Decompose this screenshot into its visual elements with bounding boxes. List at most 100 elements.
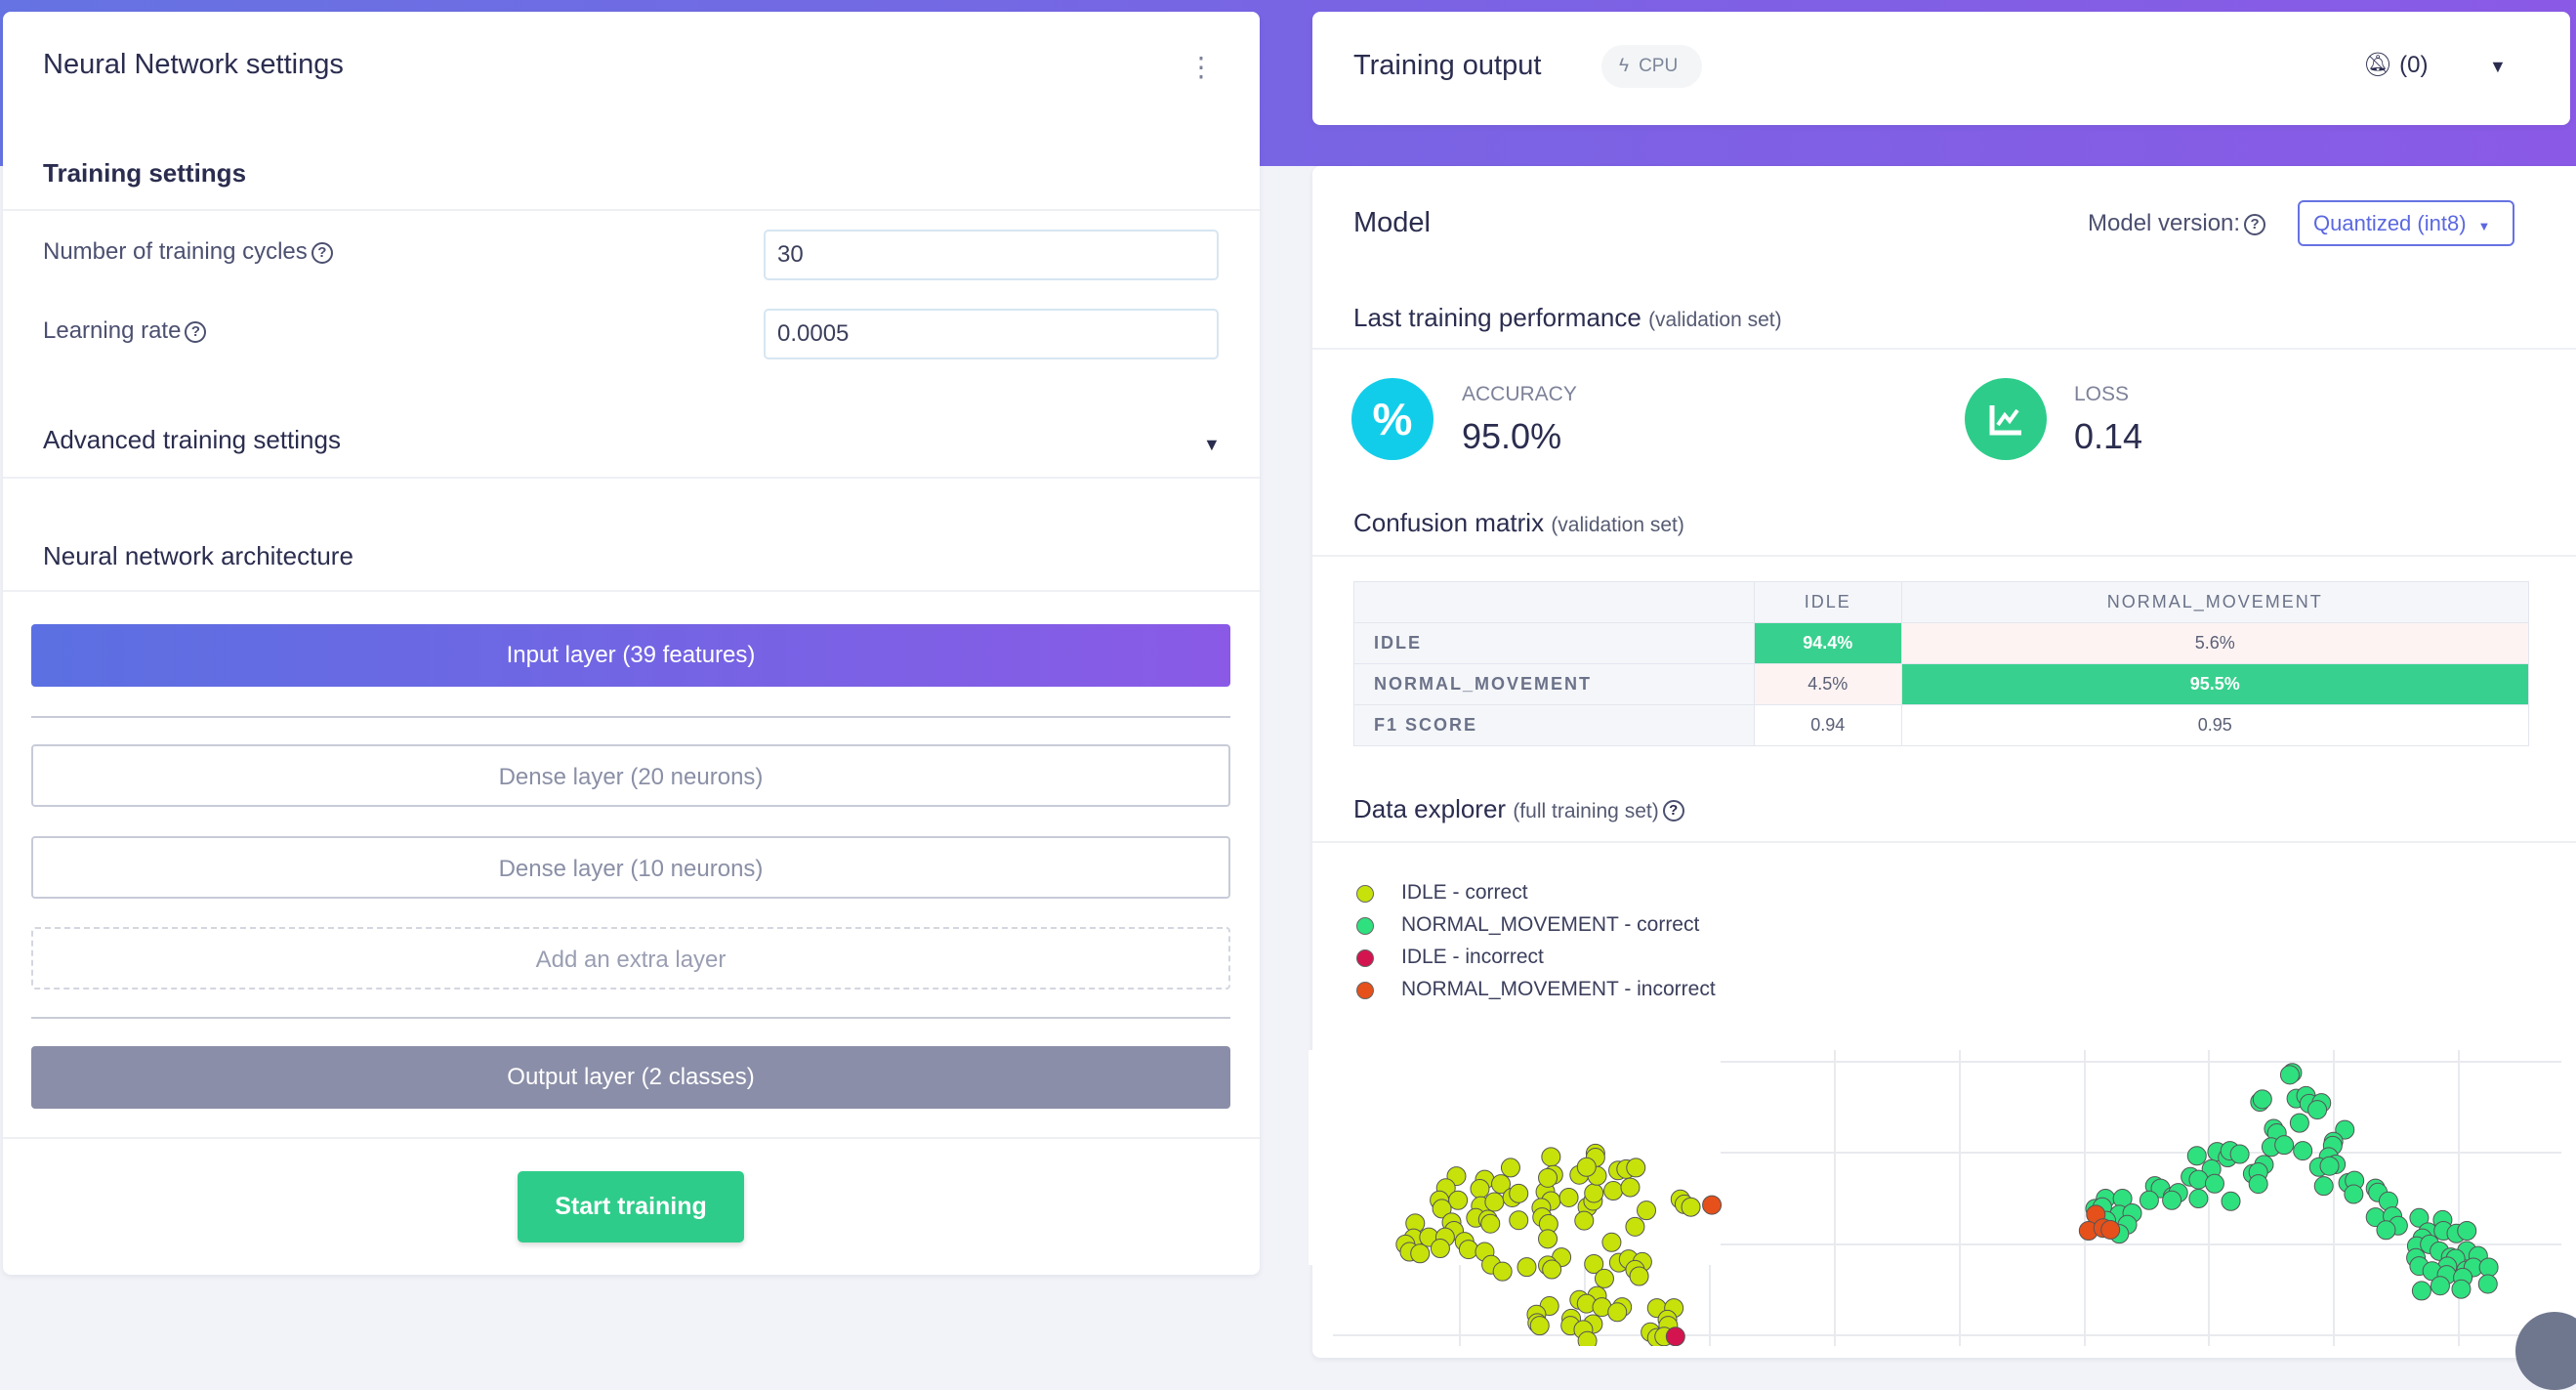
- data-point: [1538, 1229, 1558, 1249]
- corner-cell: [1353, 581, 1755, 623]
- training-settings-heading: Training settings: [43, 158, 247, 188]
- chart-line-icon: [1965, 378, 2047, 460]
- data-point: [1458, 1240, 1478, 1260]
- data-point: [2274, 1135, 2295, 1156]
- advanced-settings-label: Advanced training settings: [43, 425, 341, 454]
- cpu-label: CPU: [1639, 56, 1679, 76]
- nn-settings-panel: Neural Network settings ⋮ Training setti…: [3, 12, 1260, 1275]
- data-point: [1517, 1257, 1537, 1278]
- data-point: [1492, 1261, 1513, 1282]
- data-point: [2313, 1176, 2334, 1197]
- legend-marker[interactable]: [1356, 982, 1374, 999]
- data-point: [1629, 1266, 1649, 1286]
- model-version-label: Model version:?: [2088, 210, 2266, 237]
- data-point: [1625, 1216, 1645, 1237]
- data-point: [2248, 1174, 2268, 1195]
- training-output-card: Training output ϟ CPU 🔕︎ (0) ▼: [1312, 12, 2570, 125]
- header-row: IDLE NORMAL_MOVEMENT: [1353, 581, 2530, 623]
- explorer-heading-text: Data explorer: [1353, 794, 1507, 823]
- loss-label: LOSS: [2074, 383, 2130, 405]
- data-point: [2188, 1189, 2209, 1209]
- output-layer[interactable]: Output layer (2 classes): [31, 1046, 1230, 1109]
- legend-label[interactable]: IDLE - incorrect: [1401, 946, 1544, 969]
- architecture-heading: Neural network architecture: [43, 541, 353, 570]
- legend-marker[interactable]: [1356, 917, 1374, 935]
- notifications-button[interactable]: 🔕︎ (0): [2363, 51, 2428, 79]
- data-point: [2411, 1281, 2431, 1301]
- data-point: [1626, 1158, 1646, 1178]
- chevron-down-icon[interactable]: ▼: [1203, 435, 1221, 455]
- data-point: [1410, 1243, 1431, 1264]
- row-header: IDLE: [1353, 622, 1755, 664]
- help-icon[interactable]: ?: [1662, 800, 1684, 822]
- row-header: NORMAL_MOVEMENT: [1353, 663, 1755, 705]
- performance-qualifier: (validation set): [1648, 309, 1782, 331]
- legend-label[interactable]: NORMAL_MOVEMENT - incorrect: [1401, 978, 1716, 1001]
- cpu-badge: ϟ CPU: [1601, 45, 1702, 88]
- dense-layer-20[interactable]: Dense layer (20 neurons): [31, 744, 1230, 807]
- data-point: [2451, 1279, 2472, 1299]
- confusion-heading: Confusion matrix (validation set): [1353, 508, 1684, 538]
- help-icon[interactable]: ?: [2244, 213, 2266, 235]
- loss-value: 0.14: [2074, 416, 2143, 456]
- cycles-label-text: Number of training cycles: [43, 238, 308, 265]
- row-header: F1 SCORE: [1353, 704, 1755, 746]
- data-point: [1430, 1239, 1450, 1259]
- bell-off-icon: 🔕︎: [2363, 52, 2393, 78]
- data-point: [1480, 1213, 1501, 1234]
- legend-label[interactable]: IDLE - correct: [1401, 881, 1528, 905]
- legend-marker[interactable]: [1356, 949, 1374, 967]
- data-point: [2289, 1113, 2309, 1133]
- data-point: [2430, 1276, 2450, 1296]
- notification-count: (0): [2399, 52, 2429, 78]
- cell: 0.95: [1900, 704, 2530, 746]
- legend-label[interactable]: NORMAL_MOVEMENT - correct: [1401, 913, 1699, 937]
- collapse-chevron-icon[interactable]: ▼: [2489, 57, 2507, 77]
- data-point: [2307, 1100, 2328, 1120]
- explorer-heading: Data explorer (full training set)?: [1353, 794, 1684, 824]
- input-layer[interactable]: Input layer (39 features): [31, 624, 1230, 687]
- legend-marker[interactable]: [1356, 885, 1374, 903]
- accuracy-value: 95.0%: [1462, 416, 1562, 456]
- learning-rate-input[interactable]: 0.0005: [764, 309, 1219, 359]
- data-point: [1558, 1187, 1579, 1207]
- performance-heading: Last training performance (validation se…: [1353, 303, 1782, 333]
- kebab-menu-icon[interactable]: ⋮: [1187, 54, 1215, 81]
- data-explorer-scatter[interactable]: [1309, 1050, 2576, 1346]
- data-point: [1470, 1178, 1490, 1199]
- data-point: [2162, 1190, 2182, 1210]
- data-point: [1574, 1210, 1595, 1231]
- data-point: [2457, 1220, 2477, 1241]
- data-point: [2252, 1089, 2272, 1110]
- dense-layer-10[interactable]: Dense layer (10 neurons): [31, 836, 1230, 899]
- data-point: [1607, 1302, 1628, 1323]
- model-version-value: Quantized (int8): [2313, 211, 2467, 235]
- data-point: [1541, 1147, 1561, 1167]
- data-point: [1448, 1190, 1469, 1210]
- advanced-settings-toggle[interactable]: Advanced training settings: [43, 425, 1215, 455]
- table-row: NORMAL_MOVEMENT 4.5% 95.5%: [1353, 663, 2530, 705]
- data-point: [2186, 1146, 2207, 1166]
- data-point: [1601, 1232, 1622, 1252]
- data-point: [1702, 1195, 1723, 1215]
- model-version-select[interactable]: Quantized (int8) ▼: [2298, 200, 2514, 246]
- help-icon[interactable]: ?: [185, 320, 207, 343]
- cell: 4.5%: [1754, 663, 1902, 705]
- training-cycles-input[interactable]: 30: [764, 230, 1219, 280]
- data-point: [1500, 1158, 1520, 1178]
- model-title: Model: [1353, 207, 1431, 238]
- data-point: [1529, 1316, 1550, 1336]
- data-point: [1681, 1197, 1701, 1217]
- data-point: [1542, 1259, 1562, 1280]
- data-point: [1637, 1200, 1657, 1221]
- data-point: [1577, 1330, 1598, 1346]
- accuracy-label: ACCURACY: [1462, 383, 1577, 405]
- data-point: [1509, 1210, 1529, 1231]
- data-point: [2100, 1219, 2121, 1240]
- data-point: [2204, 1173, 2224, 1194]
- start-training-button[interactable]: Start training: [518, 1171, 744, 1243]
- help-icon[interactable]: ?: [311, 241, 333, 264]
- add-layer-button[interactable]: Add an extra layer: [31, 927, 1230, 990]
- confusion-matrix: IDLE NORMAL_MOVEMENT IDLE 94.4% 5.6% NORMAL…: [1353, 581, 2530, 746]
- data-point: [2279, 1065, 2300, 1085]
